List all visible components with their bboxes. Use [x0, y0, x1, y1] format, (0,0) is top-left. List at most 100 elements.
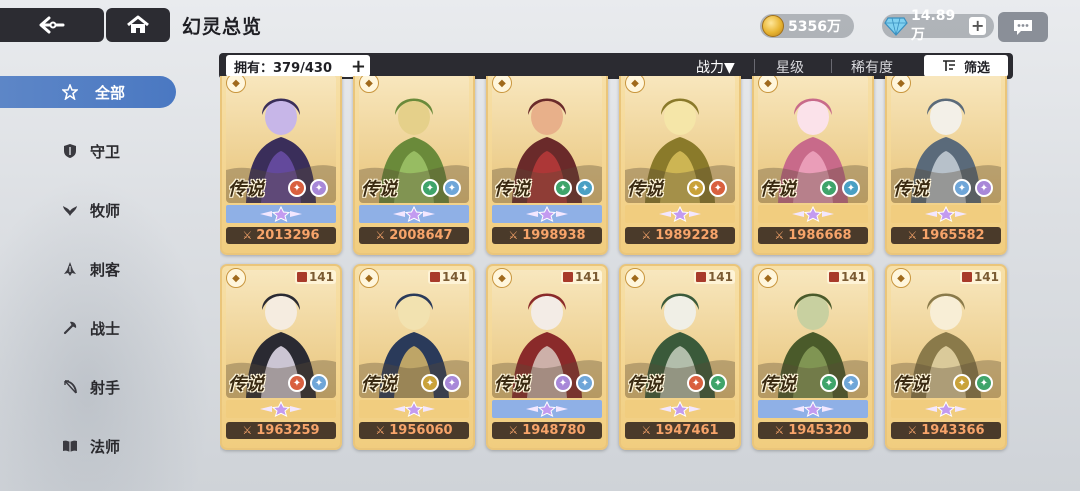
character-card[interactable]: ◆ 传说 ✦ ✦ ⚔ 1989228 — [619, 76, 741, 255]
level-badge: 141 — [427, 270, 469, 284]
sidebar-item-label: 全部 — [95, 83, 126, 102]
character-card[interactable]: ◆ 传说 ✦ ✦ ⚔ 1986668 — [752, 76, 874, 255]
sidebar-item-warrior[interactable]: 战士 — [0, 312, 176, 344]
filter-label: 筛选 — [963, 60, 990, 76]
sort-by-star[interactable]: 星级 — [776, 57, 804, 77]
crossed-swords-icon: ⚔ — [242, 229, 253, 242]
star-emblem-icon — [792, 401, 834, 417]
axe-icon — [63, 321, 77, 335]
crossed-swords-icon: ⚔ — [774, 424, 785, 437]
element-icon: ✦ — [975, 179, 993, 197]
combat-power: ⚔ 1947461 — [625, 422, 735, 439]
wing-icon — [63, 206, 77, 216]
sidebar-item-assassin[interactable]: 刺客 — [0, 253, 176, 285]
element-icon: ✦ — [842, 179, 860, 197]
star-emblem-icon — [393, 206, 435, 222]
level-icon — [695, 272, 706, 282]
divider — [831, 59, 832, 73]
star-emblem-icon — [260, 401, 302, 417]
character-card[interactable]: ◆ 141 传说 ✦ ✦ ⚔ 1963259 — [220, 264, 342, 450]
element-icon: ✦ — [709, 179, 727, 197]
back-button[interactable] — [0, 8, 104, 42]
character-card[interactable]: ◆ 141 传说 ✦ ✦ ⚔ 1956060 — [353, 264, 475, 450]
element-icon: ✦ — [842, 374, 860, 392]
sidebar-item-priest[interactable]: 牧师 — [0, 194, 176, 226]
sidebar-item-guardian[interactable]: 守卫 — [0, 135, 176, 167]
star-rank-bar — [625, 400, 735, 418]
crossed-swords-icon: ⚔ — [375, 424, 386, 437]
level-badge: 141 — [826, 270, 868, 284]
filter-icon — [942, 60, 955, 71]
sidebar-item-label: 法师 — [90, 437, 121, 456]
crossed-swords-icon: ⚔ — [907, 424, 918, 437]
page-title: 幻灵总览 — [182, 16, 263, 38]
sidebar-item-mage[interactable]: 法师 — [0, 430, 176, 462]
character-card[interactable]: ◆ 传说 ✦ ✦ ⚔ 2008647 — [353, 76, 475, 255]
gem-counter[interactable]: 14.89万 + — [882, 8, 994, 43]
class-badge-icon: ◆ — [625, 268, 645, 288]
character-card[interactable]: ◆ 141 传说 ✦ ✦ ⚔ 1945320 — [752, 264, 874, 450]
sort-by-power[interactable]: 战力▼ — [696, 57, 735, 77]
star-emblem-icon — [526, 206, 568, 222]
element-icon: ✦ — [709, 374, 727, 392]
star-rank-bar — [492, 400, 602, 418]
combat-power-value: 1943366 — [921, 423, 985, 438]
combat-power: ⚔ 1963259 — [226, 422, 336, 439]
top-bar: 幻灵总览 5356万 14.89万 + — [0, 0, 1080, 48]
element-icon: ✦ — [576, 179, 594, 197]
character-card[interactable]: ◆ 141 传说 ✦ ✦ ⚔ 1948780 — [486, 264, 608, 450]
expand-plus-icon[interactable]: + — [351, 56, 366, 77]
level-value: 141 — [840, 270, 866, 284]
rarity-label: 传说 — [627, 179, 663, 200]
element-icon: ✦ — [288, 179, 306, 197]
crossed-swords-icon: ⚔ — [508, 229, 519, 242]
rarity-label: 传说 — [893, 179, 929, 200]
combat-power: ⚔ 2008647 — [359, 227, 469, 244]
character-card[interactable]: ◆ 141 传说 ✦ ✦ ⚔ 1947461 — [619, 264, 741, 450]
character-card[interactable]: ◆ 传说 ✦ ✦ ⚔ 1998938 — [486, 76, 608, 255]
divider — [754, 59, 755, 73]
element-icon: ✦ — [687, 374, 705, 392]
class-badge-icon: ◆ — [758, 268, 778, 288]
character-card[interactable]: ◆ 传说 ✦ ✦ ⚔ 2013296 — [220, 76, 342, 255]
star-emblem-icon — [925, 401, 967, 417]
chat-button[interactable] — [998, 12, 1048, 42]
gold-counter[interactable]: 5356万 — [760, 14, 854, 38]
combat-power: ⚔ 1945320 — [758, 422, 868, 439]
sort-by-rarity[interactable]: 稀有度 — [851, 57, 893, 77]
sidebar-item-archer[interactable]: 射手 — [0, 371, 176, 403]
sidebar-item-label: 射手 — [90, 378, 121, 397]
star-emblem-icon — [526, 401, 568, 417]
star-rank-bar — [891, 400, 1001, 418]
combat-power-value: 1948780 — [522, 423, 586, 438]
combat-power-value: 1963259 — [256, 423, 320, 438]
level-badge: 141 — [693, 270, 735, 284]
combat-power-value: 1965582 — [921, 228, 985, 243]
character-card[interactable]: ◆ 141 传说 ✦ ✦ ⚔ 1943366 — [885, 264, 1007, 450]
sidebar-item-label: 守卫 — [90, 142, 121, 161]
sidebar-item-all[interactable]: 全部 — [0, 76, 176, 108]
character-card[interactable]: ◆ 传说 ✦ ✦ ⚔ 1965582 — [885, 76, 1007, 255]
owned-count-box[interactable]: 拥有：379/430 + — [226, 55, 370, 77]
crossed-swords-icon: ⚔ — [641, 424, 652, 437]
add-gems-button[interactable]: + — [969, 17, 986, 35]
level-value: 141 — [308, 270, 334, 284]
star-rank-bar — [359, 400, 469, 418]
level-icon — [296, 272, 307, 282]
home-button[interactable] — [106, 8, 170, 42]
element-icon: ✦ — [554, 374, 572, 392]
element-icon: ✦ — [443, 179, 461, 197]
star-emblem-icon — [792, 206, 834, 222]
star-rank-bar — [625, 205, 735, 223]
level-icon — [828, 272, 839, 282]
crossed-swords-icon: ⚔ — [242, 424, 253, 437]
filter-button[interactable]: 筛选 — [924, 55, 1008, 77]
crossed-swords-icon: ⚔ — [641, 229, 652, 242]
level-badge: 141 — [959, 270, 1001, 284]
rarity-label: 传说 — [361, 374, 397, 395]
star-rank-bar — [492, 205, 602, 223]
combat-power-value: 2013296 — [256, 228, 320, 243]
star-rank-bar — [359, 205, 469, 223]
shield-icon — [64, 144, 76, 158]
combat-power: ⚔ 1948780 — [492, 422, 602, 439]
